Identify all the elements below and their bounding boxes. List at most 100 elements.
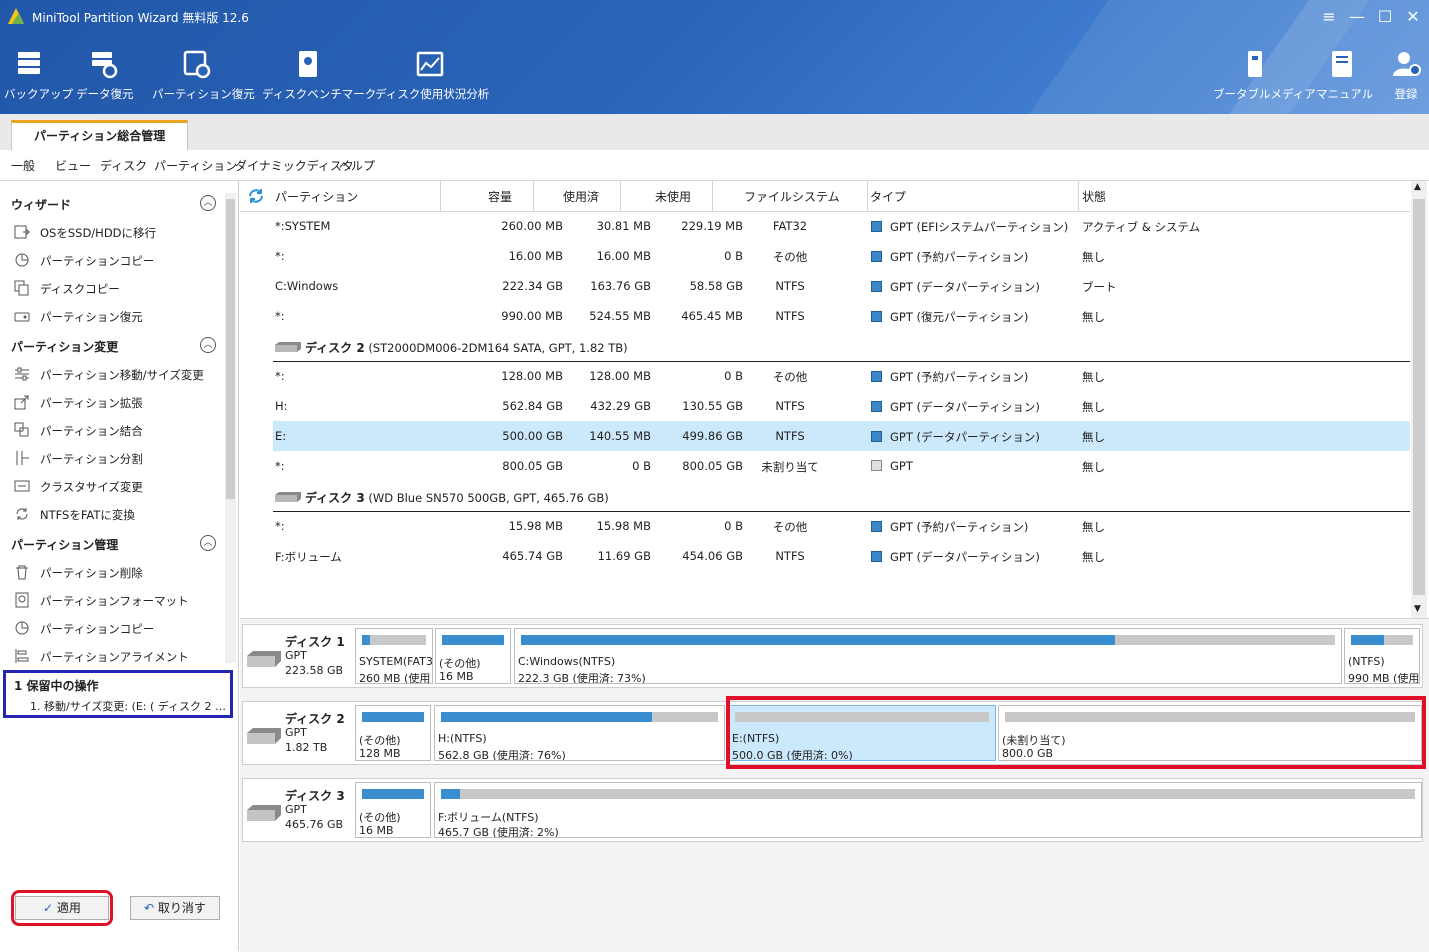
scroll-up-icon[interactable]: ▲ [1414, 182, 1421, 192]
backup-button[interactable]: バックアップ [4, 48, 73, 102]
sidebar-item-merge-partition[interactable]: パーティション結合 [14, 420, 214, 440]
register-button[interactable]: 登録 [1386, 48, 1426, 102]
col-status[interactable]: 状態 [1082, 188, 1106, 205]
disk-usage-button[interactable]: ディスク使用状況分析 [375, 48, 489, 102]
sidebar-item-cluster-size[interactable]: クラスタサイズ変更 [14, 476, 214, 496]
partition-label: (その他) [359, 734, 401, 747]
scrollbar-thumb[interactable] [226, 199, 235, 499]
sidebar-item-copy-partition[interactable]: パーティションコピー [14, 250, 214, 270]
partition-block[interactable]: (NTFS) 990 MB (使用 [1344, 628, 1420, 684]
col-used[interactable]: 使用済 [563, 188, 599, 205]
refresh-icon[interactable] [247, 187, 265, 205]
table-cell-used: 140.55 MB [589, 429, 651, 443]
disk-benchmark-button[interactable]: ディスクベンチマーク [262, 48, 376, 102]
sidebar-scrollbar[interactable] [225, 193, 236, 663]
partition-block[interactable]: F:ボリューム(NTFS) 465.7 GB (使用済: 2%) [434, 782, 1422, 838]
menu-view[interactable]: ビュー [55, 157, 91, 174]
manual-button[interactable]: マニュアル [1316, 48, 1373, 102]
usage-bar [442, 635, 504, 645]
partition-color-icon [871, 551, 882, 562]
sidebar-item-extend-partition[interactable]: パーティション拡張 [14, 392, 214, 412]
col-type[interactable]: タイプ [870, 188, 906, 205]
sidebar-item-split-partition[interactable]: パーティション分割 [14, 448, 214, 468]
table-scrollbar[interactable]: ▲ ▼ [1411, 181, 1427, 618]
table-cell-status: アクティブ & システム [1082, 220, 1201, 234]
collapse-icon[interactable]: ︿ [200, 195, 216, 211]
table-row[interactable]: C:Windows 222.34 GB 163.76 GB 58.58 GB NTFS G… [273, 271, 1410, 301]
table-row[interactable]: *: 16.00 MB 16.00 MB 0 B その他 GPT (予約パーティション) 無… [273, 241, 1410, 271]
partition-block[interactable]: (その他) 128 MB [355, 705, 431, 761]
register-label: 登録 [1394, 87, 1418, 101]
maximize-button[interactable]: ☐ [1374, 6, 1396, 28]
table-row[interactable]: H: 562.84 GB 432.29 GB 130.55 GB NTFS GPT (デー… [273, 391, 1410, 421]
sidebar-item-label: パーティション結合 [40, 424, 143, 438]
convert-icon [16, 508, 28, 520]
table-cell-used: 128.00 MB [589, 369, 651, 383]
col-unused[interactable]: 未使用 [655, 188, 691, 205]
partition-block[interactable]: H:(NTFS) 562.8 GB (使用済: 76%) [434, 705, 725, 761]
bootable-media-button[interactable]: ブータブルメディア [1213, 48, 1316, 102]
partition-recovery-button[interactable]: パーティション復元 [152, 48, 255, 102]
table-cell-name: *: [275, 519, 285, 533]
collapse-icon[interactable]: ︿ [200, 535, 216, 551]
menu-icon[interactable]: ≡ [1318, 6, 1340, 28]
table-row[interactable]: *: 15.98 MB 15.98 MB 0 B その他 GPT (予約パーティション) 無… [273, 511, 1410, 541]
table-cell-name: *: [275, 249, 285, 263]
table-row[interactable]: *:SYSTEM 260.00 MB 30.81 MB 229.19 MB FAT32 G… [273, 211, 1410, 241]
sidebar-item-ntfs-to-fat[interactable]: NTFSをFATに変換 [14, 504, 214, 524]
partition-size: 990 MB (使用 [1348, 672, 1420, 684]
menu-general[interactable]: 一般 [11, 157, 35, 174]
partition-block[interactable]: (その他) 16 MB [435, 628, 511, 684]
menu-partition[interactable]: パーティション [154, 157, 237, 174]
title-bar[interactable]: MiniTool Partition Wizard 無料版 12.6 ≡ — ☐… [0, 0, 1429, 34]
col-capacity[interactable]: 容量 [488, 188, 512, 205]
usage-fill [441, 712, 652, 722]
col-filesystem[interactable]: ファイルシステム [744, 188, 840, 205]
table-row[interactable]: E: 500.00 GB 140.55 MB 499.86 GB NTFS GPT (デー… [273, 421, 1410, 451]
disk-info[interactable]: ディスク 1 GPT 223.58 GB [243, 625, 353, 687]
pending-operation-item[interactable]: 1. 移動/サイズ変更: (E: ( ディスク 2 パーティション 3 ) [30, 698, 230, 714]
sidebar-item-copy-disk[interactable]: ディスクコピー [14, 278, 214, 298]
table-row[interactable]: *: 128.00 MB 128.00 MB 0 B その他 GPT (予約パーティション… [273, 361, 1410, 391]
undo-button[interactable]: ↶ 取り消す [130, 896, 220, 920]
disk-header-text: ディスク 2 (ST2000DM006-2DM164 SATA, GPT, 1.… [305, 339, 628, 356]
partition-block[interactable]: (その他) 16 MB [355, 782, 431, 838]
table-row[interactable]: *: 800.05 GB 0 B 800.05 GB 未割り当て GPT 無し [273, 451, 1410, 481]
copy-partition-icon [15, 621, 29, 635]
close-button[interactable]: ✕ [1402, 6, 1424, 28]
table-cell-cap: 800.05 GB [502, 459, 563, 473]
partition-block[interactable]: SYSTEM(FAT3 260 MB (使用 [355, 628, 433, 684]
sidebar-item-move-resize[interactable]: パーティション移動/サイズ変更 [14, 364, 214, 384]
menu-disk[interactable]: ディスク [100, 157, 147, 174]
tab-partition-management[interactable]: パーティション総合管理 [11, 120, 189, 152]
sidebar-item-format-partition[interactable]: パーティションフォーマット [14, 590, 214, 610]
partition-block[interactable]: C:Windows(NTFS) 222.3 GB (使用済: 73%) [514, 628, 1342, 684]
disk-map-row[interactable]: ディスク 1 GPT 223.58 GB SYSTEM(FAT3 260 MB (使用 (… [242, 624, 1423, 688]
col-partition[interactable]: パーティション [275, 188, 358, 205]
table-row[interactable]: F:ボリューム 465.74 GB 11.69 GB 454.06 GB NTFS GPT… [273, 541, 1410, 571]
scroll-down-icon[interactable]: ▼ [1414, 604, 1421, 614]
menu-dynamic-disk[interactable]: ダイナミックディスク [235, 157, 354, 174]
table-cell-cap: 128.00 MB [501, 369, 563, 383]
scrollbar-thumb[interactable] [1413, 199, 1425, 595]
minimize-button[interactable]: — [1346, 6, 1368, 28]
sidebar-item-delete-partition[interactable]: パーティション削除 [14, 562, 214, 582]
collapse-icon[interactable]: ︿ [200, 337, 216, 353]
partition-size: 465.7 GB (使用済: 2%) [438, 826, 559, 838]
table-row[interactable]: *: 990.00 MB 524.55 MB 465.45 MB NTFS GPT (復元… [273, 301, 1410, 331]
register-icon [1393, 52, 1421, 76]
sidebar-item-label: パーティション分割 [40, 452, 143, 466]
disk-header-row[interactable]: ディスク 2 (ST2000DM006-2DM164 SATA, GPT, 1.… [273, 331, 1410, 362]
sidebar-item-partition-recovery[interactable]: パーティション復元 [14, 306, 214, 326]
apply-button[interactable]: ✓ 適用 [15, 896, 109, 920]
sidebar-item-migrate-os[interactable]: OSをSSD/HDDに移行 [14, 222, 214, 242]
sidebar-item-align-partition[interactable]: パーティションアライメント [14, 646, 214, 666]
data-recovery-button[interactable]: データ復元 [76, 48, 134, 102]
disk-info[interactable]: ディスク 3 GPT 465.76 GB [243, 779, 353, 841]
disk-map-row[interactable]: ディスク 3 GPT 465.76 GB (その他) 16 MB F:ボリューム(NTFS… [242, 778, 1423, 842]
menu-help[interactable]: ヘルプ [339, 157, 375, 174]
disk-header-row[interactable]: ディスク 3 (WD Blue SN570 500GB, GPT, 465.76… [273, 481, 1410, 512]
sidebar-item-copy-partition-2[interactable]: パーティションコピー [14, 618, 214, 638]
table-cell-type: GPT (データパーティション) [871, 429, 1040, 445]
disk-info[interactable]: ディスク 2 GPT 1.82 TB [243, 702, 353, 764]
